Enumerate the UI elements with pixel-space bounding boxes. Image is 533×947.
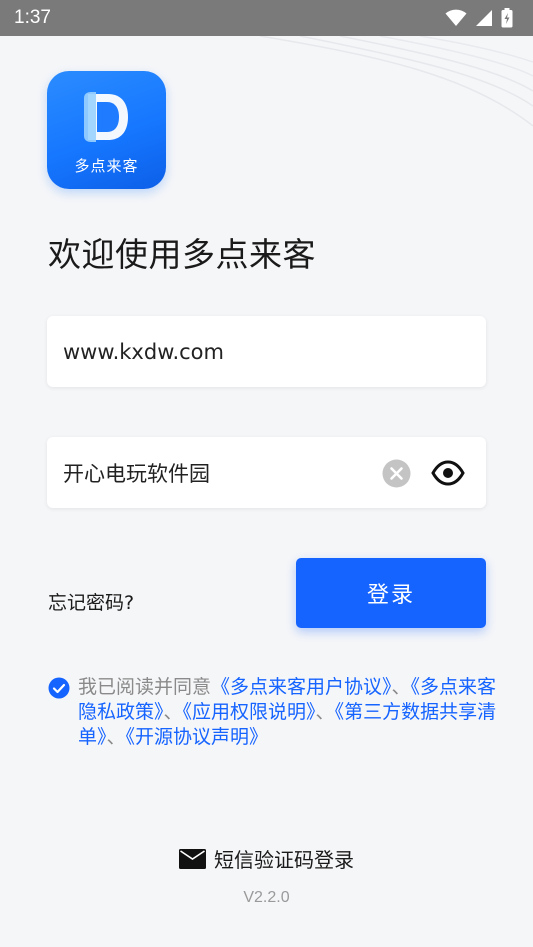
open-source-statement-link[interactable]: 《开源协议声明》: [126, 726, 269, 748]
battery-icon: [501, 8, 513, 28]
agreement-text: 我已阅读并同意《多点来客用户协议》、《多点来客隐私政策》、《应用权限说明》、《第…: [78, 675, 498, 750]
version-label: V2.2.0: [243, 889, 290, 906]
eye-icon[interactable]: [431, 458, 465, 488]
user-agreement-link[interactable]: 《多点来客用户协议》: [211, 676, 392, 698]
status-icons: [445, 8, 513, 28]
password-field[interactable]: 开心电玩软件园: [47, 437, 486, 508]
sms-login-label: 短信验证码登录: [214, 848, 354, 872]
signal-icon: [476, 10, 492, 26]
account-field[interactable]: www.kxdw.com: [47, 316, 486, 387]
login-button[interactable]: 登录: [296, 558, 486, 628]
status-time: 1:37: [14, 7, 51, 28]
status-bar: 1:37: [0, 0, 533, 36]
agreement-checkbox-icon[interactable]: [48, 677, 70, 699]
clear-icon[interactable]: [382, 459, 411, 488]
wifi-icon: [445, 9, 467, 26]
permission-statement-link[interactable]: 《应用权限说明》: [183, 701, 316, 723]
agreement-sep: 、: [315, 701, 335, 723]
logo-text: 多点来客: [74, 157, 139, 175]
account-input[interactable]: www.kxdw.com: [63, 316, 363, 387]
forgot-password-link[interactable]: 忘记密码?: [48, 588, 134, 615]
welcome-title: 欢迎使用多点来客: [48, 235, 316, 274]
agreement-sep: 、: [163, 701, 183, 723]
logo-mark-icon: [84, 92, 128, 142]
password-input[interactable]: 开心电玩软件园: [63, 437, 363, 508]
agreement-prefix: 我已阅读并同意: [78, 676, 212, 698]
agreement-sep: 、: [391, 676, 411, 698]
app-logo: 多点来客: [47, 71, 166, 189]
mail-icon: [179, 848, 206, 869]
agreement-sep: 、: [106, 726, 126, 748]
sms-login-link[interactable]: 短信验证码登录: [0, 844, 533, 873]
